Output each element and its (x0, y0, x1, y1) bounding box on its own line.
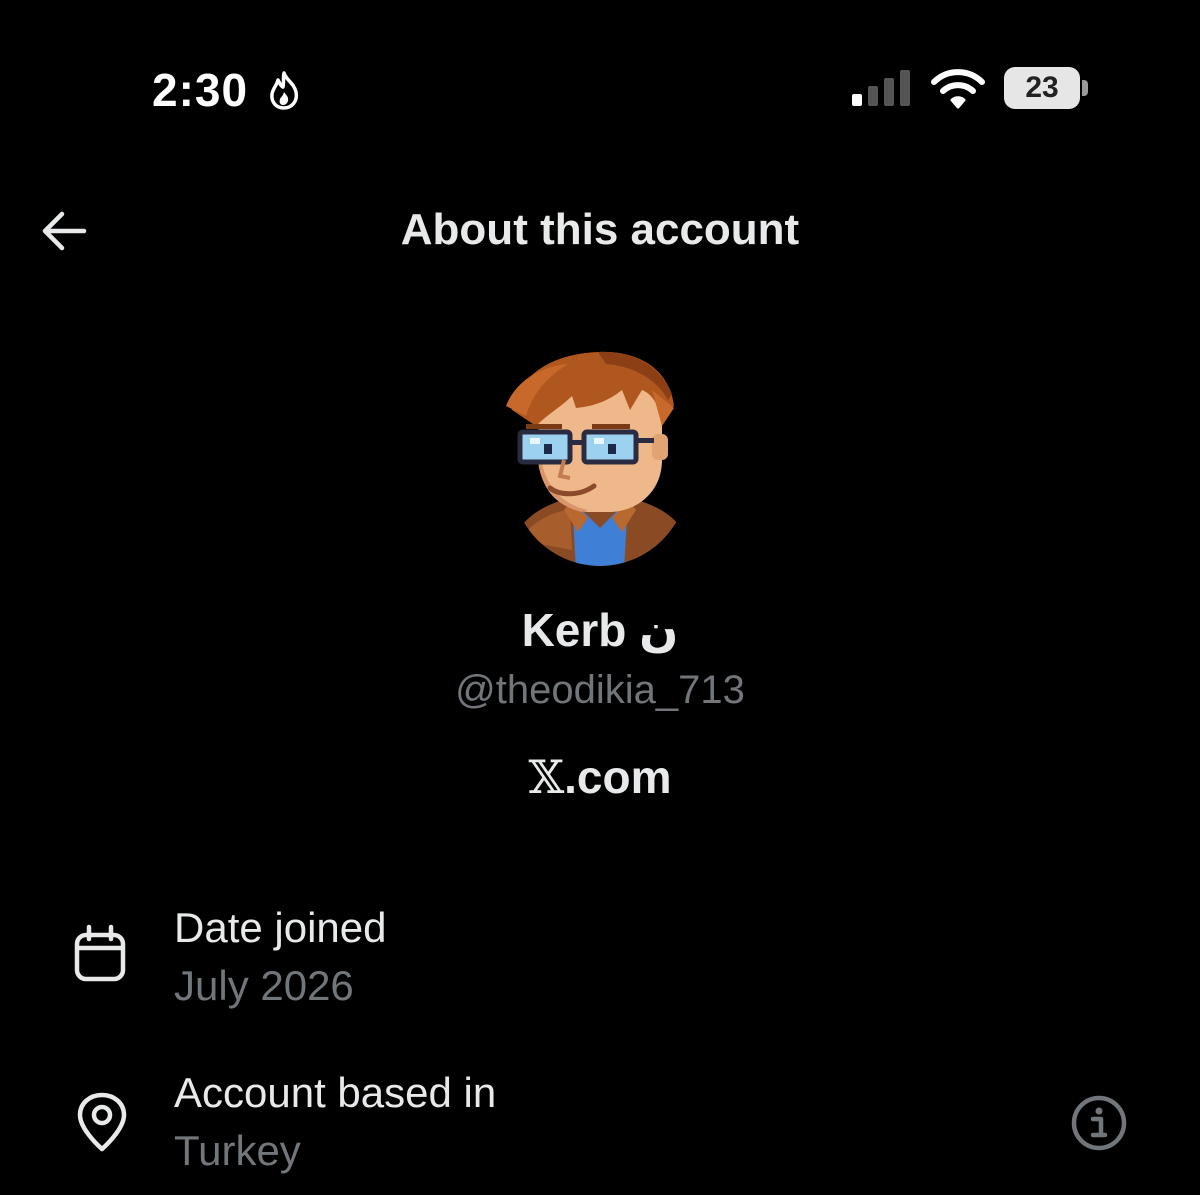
date-joined-value: July 2026 (174, 962, 354, 1009)
user-handle: @theodikia_713 (455, 668, 745, 712)
location-pin-icon (77, 1092, 127, 1152)
x-logo-icon: 𝕏 (528, 750, 565, 804)
platform-suffix: .com (564, 751, 672, 803)
battery-tip (1082, 80, 1088, 96)
info-icon[interactable] (1070, 1094, 1128, 1152)
cellular-signal-icon (852, 70, 910, 106)
app-screen: 2:30 23 About this account Kerb ن @theod… (0, 0, 1200, 1195)
page-title: About this account (400, 205, 800, 254)
flame-icon (270, 71, 299, 110)
date-joined-label: Date joined (174, 904, 387, 951)
battery-level: 23 (1025, 71, 1059, 104)
account-based-value: Turkey (174, 1127, 301, 1174)
battery-icon: 23 (1004, 67, 1080, 109)
platform-label: 𝕏.com (0, 748, 1200, 806)
wifi-icon (931, 69, 985, 109)
profile-avatar[interactable] (502, 350, 698, 570)
display-name: Kerb ن (521, 604, 679, 656)
account-based-label: Account based in (174, 1069, 497, 1116)
calendar-icon (74, 924, 126, 982)
status-time: 2:30 (152, 64, 249, 116)
